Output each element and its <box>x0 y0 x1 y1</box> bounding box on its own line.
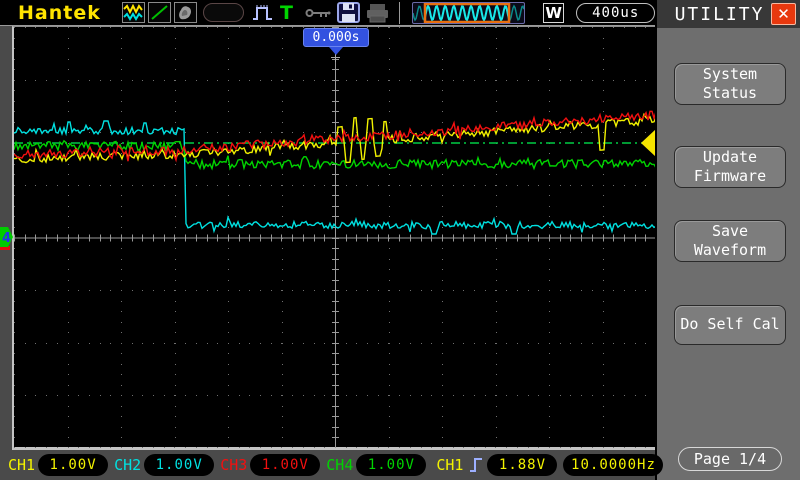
page-indicator-button[interactable]: Page 1/4 <box>678 447 782 471</box>
waveform-plot <box>14 27 656 448</box>
ch3-status[interactable]: CH3 1.00V <box>220 454 321 476</box>
do-self-cal-button[interactable]: Do Self Cal <box>674 305 786 345</box>
pulse-trigger-icon <box>252 3 274 23</box>
print-icon[interactable] <box>366 3 389 23</box>
oscilloscope-screen: Hantek T W 400us 0.000s 4 UTILITY ✕ Syst… <box>0 0 800 480</box>
ch1-label: CH1 <box>8 456 36 474</box>
panel-header: UTILITY ✕ <box>657 0 800 28</box>
ch1-scale-readout: 1.00V <box>38 454 109 476</box>
trigger-frequency-readout: 10.0000Hz <box>563 454 664 476</box>
utility-menu-panel: UTILITY ✕ System Status Update Firmware … <box>655 0 800 480</box>
channels-icon[interactable] <box>121 2 145 23</box>
ch2-scale-readout: 1.00V <box>144 454 215 476</box>
window-mode-indicator: W <box>542 2 565 23</box>
ch4-marker-glyph: 4 <box>0 227 13 250</box>
ch2-status[interactable]: CH2 1.00V <box>114 454 215 476</box>
channels-icon-glyph <box>123 4 143 21</box>
trigger-status-letter: T <box>280 1 293 24</box>
panel-title: UTILITY <box>674 3 765 25</box>
ch1-status[interactable]: CH1 1.00V <box>8 454 109 476</box>
key-lock-glyph <box>305 8 331 17</box>
rising-edge-glyph <box>470 458 483 472</box>
ch4-ground-marker[interactable]: 4 <box>0 227 13 251</box>
trigger-level-arrow[interactable] <box>641 129 656 157</box>
save-waveform-button[interactable]: Save Waveform <box>674 220 786 262</box>
top-toolbar: Hantek T W 400us <box>0 0 655 26</box>
key-lock-icon[interactable] <box>305 6 331 20</box>
save-icon[interactable] <box>336 2 360 23</box>
ch2-label: CH2 <box>114 456 142 474</box>
cursor-line-icon[interactable] <box>147 2 171 23</box>
hand-icon[interactable] <box>173 2 197 23</box>
toolbar-divider <box>398 1 400 24</box>
graticule-area: 0.000s <box>12 26 656 450</box>
brand-logo: Hantek <box>18 1 101 24</box>
trigger-level-readout: 1.88V <box>487 454 558 476</box>
timebase-readout: 400us <box>576 2 655 23</box>
save-glyph <box>336 2 360 23</box>
update-firmware-button[interactable]: Update Firmware <box>674 146 786 188</box>
ch4-scale-readout: 1.00V <box>356 454 427 476</box>
system-status-button[interactable]: System Status <box>674 63 786 105</box>
trigger-status[interactable]: CH1 1.88V <box>436 454 558 476</box>
hand-glyph <box>178 6 191 20</box>
channel-status-bar: CH1 1.00V CH2 1.00V CH3 1.00V CH4 1.00V … <box>0 450 664 480</box>
ch4-status[interactable]: CH4 1.00V <box>326 454 427 476</box>
ch3-label: CH3 <box>220 456 248 474</box>
preview-window-box[interactable] <box>413 2 524 23</box>
cursor-line-glyph <box>151 5 168 20</box>
trigger-position-marker[interactable]: 0.000s <box>303 28 369 55</box>
ch4-label: CH4 <box>326 456 354 474</box>
trigger-frequency: 10.0000Hz <box>563 454 664 476</box>
rising-edge-icon <box>469 455 484 475</box>
ch3-scale-readout: 1.00V <box>250 454 321 476</box>
print-glyph <box>366 3 388 22</box>
pulse-trigger-glyph <box>253 4 273 20</box>
trigger-source-label: CH1 <box>436 456 464 474</box>
waveform-preview[interactable] <box>411 1 525 24</box>
ch4-marker-label: 4 <box>2 231 11 246</box>
close-icon[interactable]: ✕ <box>771 3 796 25</box>
acquire-status-oval <box>202 3 245 22</box>
